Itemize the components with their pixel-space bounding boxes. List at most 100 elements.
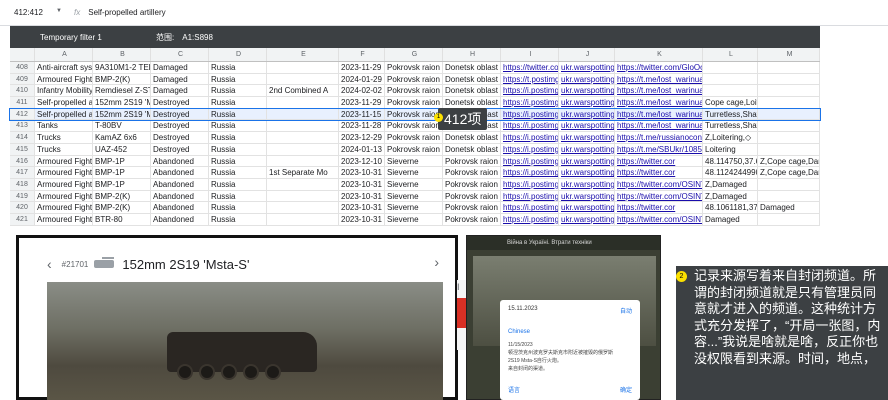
table-cell[interactable]: 1st Separate Mo xyxy=(267,167,339,178)
table-cell[interactable]: https://t.me/lost_warinua/61366 xyxy=(615,120,703,132)
table-cell[interactable]: https://twitter.com/GloOouD/status/17299… xyxy=(615,62,703,73)
table-cell[interactable]: 2023-10-31 xyxy=(339,167,385,178)
table-cell[interactable]: https://i.postimg xyxy=(501,213,559,225)
table-cell[interactable]: Donetsk oblast xyxy=(443,143,501,155)
row-number[interactable]: 414 xyxy=(10,132,35,143)
corner-cell[interactable] xyxy=(10,48,35,61)
table-cell[interactable] xyxy=(267,62,339,73)
table-cell[interactable]: https://twitter.com/OSINTua/status xyxy=(615,178,703,190)
row-number[interactable]: 420 xyxy=(10,202,35,213)
table-cell[interactable]: Pokrovsk raion xyxy=(443,178,501,190)
table-cell[interactable] xyxy=(267,132,339,143)
table-cell[interactable]: 152mm 2S19 'M xyxy=(93,108,151,120)
name-box[interactable]: 412:412 ▼ xyxy=(0,8,62,17)
table-cell[interactable] xyxy=(758,73,820,85)
table-cell[interactable]: Pokrovsk raion xyxy=(385,73,443,85)
table-cell[interactable]: Abandoned xyxy=(151,155,209,167)
table-cell[interactable]: ukr.warspotting.n xyxy=(559,178,615,190)
table-row[interactable]: 415 Trucks UAZ-452 Destroyed Russia 2024-01-1… xyxy=(10,143,820,156)
row-number[interactable]: 415 xyxy=(10,143,35,155)
table-cell[interactable]: 2023-10-31 xyxy=(339,202,385,213)
table-cell[interactable] xyxy=(758,190,820,202)
table-row[interactable]: 416 Armoured Fightin BMP-1P Abandoned Russia… xyxy=(10,155,820,168)
table-cell[interactable]: Russia xyxy=(209,62,267,73)
language-button[interactable]: 语言 xyxy=(508,385,520,394)
table-cell[interactable]: ukr.warspotting.n xyxy=(559,120,615,132)
table-cell[interactable]: Abandoned xyxy=(151,167,209,178)
table-cell[interactable] xyxy=(267,143,339,155)
table-cell[interactable]: Pokrovsk raion xyxy=(385,143,443,155)
table-cell[interactable]: Damaged xyxy=(151,85,209,97)
table-cell[interactable]: BMP-1P xyxy=(93,167,151,178)
table-cell[interactable]: Z,Loitering,◇ xyxy=(703,132,758,143)
row-number[interactable]: 416 xyxy=(10,155,35,167)
column-header[interactable]: F xyxy=(339,48,385,61)
table-cell[interactable]: Pokrovsk raion xyxy=(385,132,443,143)
table-cell[interactable]: https://i.postimg xyxy=(501,108,559,120)
table-cell[interactable]: ukr.warspotting.n xyxy=(559,167,615,178)
column-header[interactable]: H xyxy=(443,48,501,61)
table-cell[interactable] xyxy=(267,120,339,132)
row-number[interactable]: 419 xyxy=(10,190,35,202)
table-cell[interactable] xyxy=(703,73,758,85)
table-cell[interactable]: 2024-01-13 xyxy=(339,143,385,155)
table-cell[interactable]: Sieverne xyxy=(385,178,443,190)
row-number[interactable]: 413 xyxy=(10,120,35,132)
table-cell[interactable]: Z,Damaged xyxy=(703,178,758,190)
table-cell[interactable]: https://t.me/lost_warinua/58009 xyxy=(615,97,703,108)
table-cell[interactable]: 2023-12-10 xyxy=(339,155,385,167)
table-cell[interactable] xyxy=(267,202,339,213)
table-cell[interactable]: Donetsk oblast xyxy=(443,62,501,73)
table-cell[interactable] xyxy=(267,108,339,120)
table-cell[interactable]: BMP-2(K) xyxy=(93,190,151,202)
table-cell[interactable] xyxy=(758,62,820,73)
table-cell[interactable] xyxy=(267,155,339,167)
table-cell[interactable]: 2024-02-02 xyxy=(339,85,385,97)
table-cell[interactable]: UAZ-452 xyxy=(93,143,151,155)
table-cell[interactable]: https://i.postimg xyxy=(501,132,559,143)
table-cell[interactable]: Pokrovsk raion xyxy=(443,167,501,178)
table-cell[interactable]: Donetsk oblast xyxy=(443,85,501,97)
table-cell[interactable]: Russia xyxy=(209,108,267,120)
table-cell[interactable]: https://t.postimg xyxy=(501,73,559,85)
table-cell[interactable]: https://twitter.cor xyxy=(615,202,703,213)
table-cell[interactable]: ukr.warspotting.n xyxy=(559,97,615,108)
column-header[interactable]: L xyxy=(703,48,758,61)
table-cell[interactable]: Tanks xyxy=(35,120,93,132)
table-cell[interactable]: Armoured Fightin xyxy=(35,190,93,202)
chevron-left-icon[interactable]: ‹ xyxy=(47,256,52,272)
table-cell[interactable]: https://i.postimg xyxy=(501,167,559,178)
filter-name[interactable]: Temporary filter 1 xyxy=(40,33,150,42)
row-number[interactable]: 412 xyxy=(10,108,35,120)
table-cell[interactable]: Abandoned xyxy=(151,190,209,202)
column-header[interactable]: E xyxy=(267,48,339,61)
row-number[interactable]: 408 xyxy=(10,62,35,73)
table-cell[interactable]: 48.11242449900 xyxy=(703,167,758,178)
table-cell[interactable] xyxy=(758,143,820,155)
table-cell[interactable]: Remdiesel Z-STS xyxy=(93,85,151,97)
table-cell[interactable]: Destroyed xyxy=(151,97,209,108)
table-cell[interactable]: KamAZ 6x6 xyxy=(93,132,151,143)
table-cell[interactable]: 48.1061181,37.6 xyxy=(703,202,758,213)
table-cell[interactable]: Sieverne xyxy=(385,167,443,178)
table-row[interactable]: 417 Armoured Fightin BMP-1P Abandoned Russia… xyxy=(10,167,820,179)
table-cell[interactable]: 2023-11-29 xyxy=(339,97,385,108)
table-cell[interactable] xyxy=(758,108,820,120)
table-cell[interactable] xyxy=(267,73,339,85)
filter-range[interactable]: 范围: A1:S898 xyxy=(156,32,213,43)
table-cell[interactable]: https://t.me/lost_warinua/57157 xyxy=(615,108,703,120)
table-cell[interactable]: 9A310M1-2 TEL xyxy=(93,62,151,73)
row-number[interactable]: 421 xyxy=(10,213,35,225)
table-cell[interactable]: 152mm 2S19 'M xyxy=(93,97,151,108)
row-number[interactable]: 409 xyxy=(10,73,35,85)
table-cell[interactable]: https://i.postimg xyxy=(501,143,559,155)
table-row[interactable]: 421 Armoured Fightin BTR-80 Abandoned Russia… xyxy=(10,213,820,226)
table-cell[interactable]: Armoured Fightin xyxy=(35,73,93,85)
table-cell[interactable]: Turretless,Shattered xyxy=(703,108,758,120)
table-cell[interactable]: https://twitter.cor xyxy=(615,167,703,178)
table-cell[interactable]: https://twitter.cor xyxy=(615,155,703,167)
chevron-down-icon[interactable]: ▼ xyxy=(56,8,62,14)
table-cell[interactable]: https://i.postimg xyxy=(501,155,559,167)
table-row[interactable]: 412 Self-propelled ar 152mm 2S19 'M Destroy… xyxy=(9,107,821,122)
table-cell[interactable]: https://twitter.com/OSINTua/status xyxy=(615,190,703,202)
